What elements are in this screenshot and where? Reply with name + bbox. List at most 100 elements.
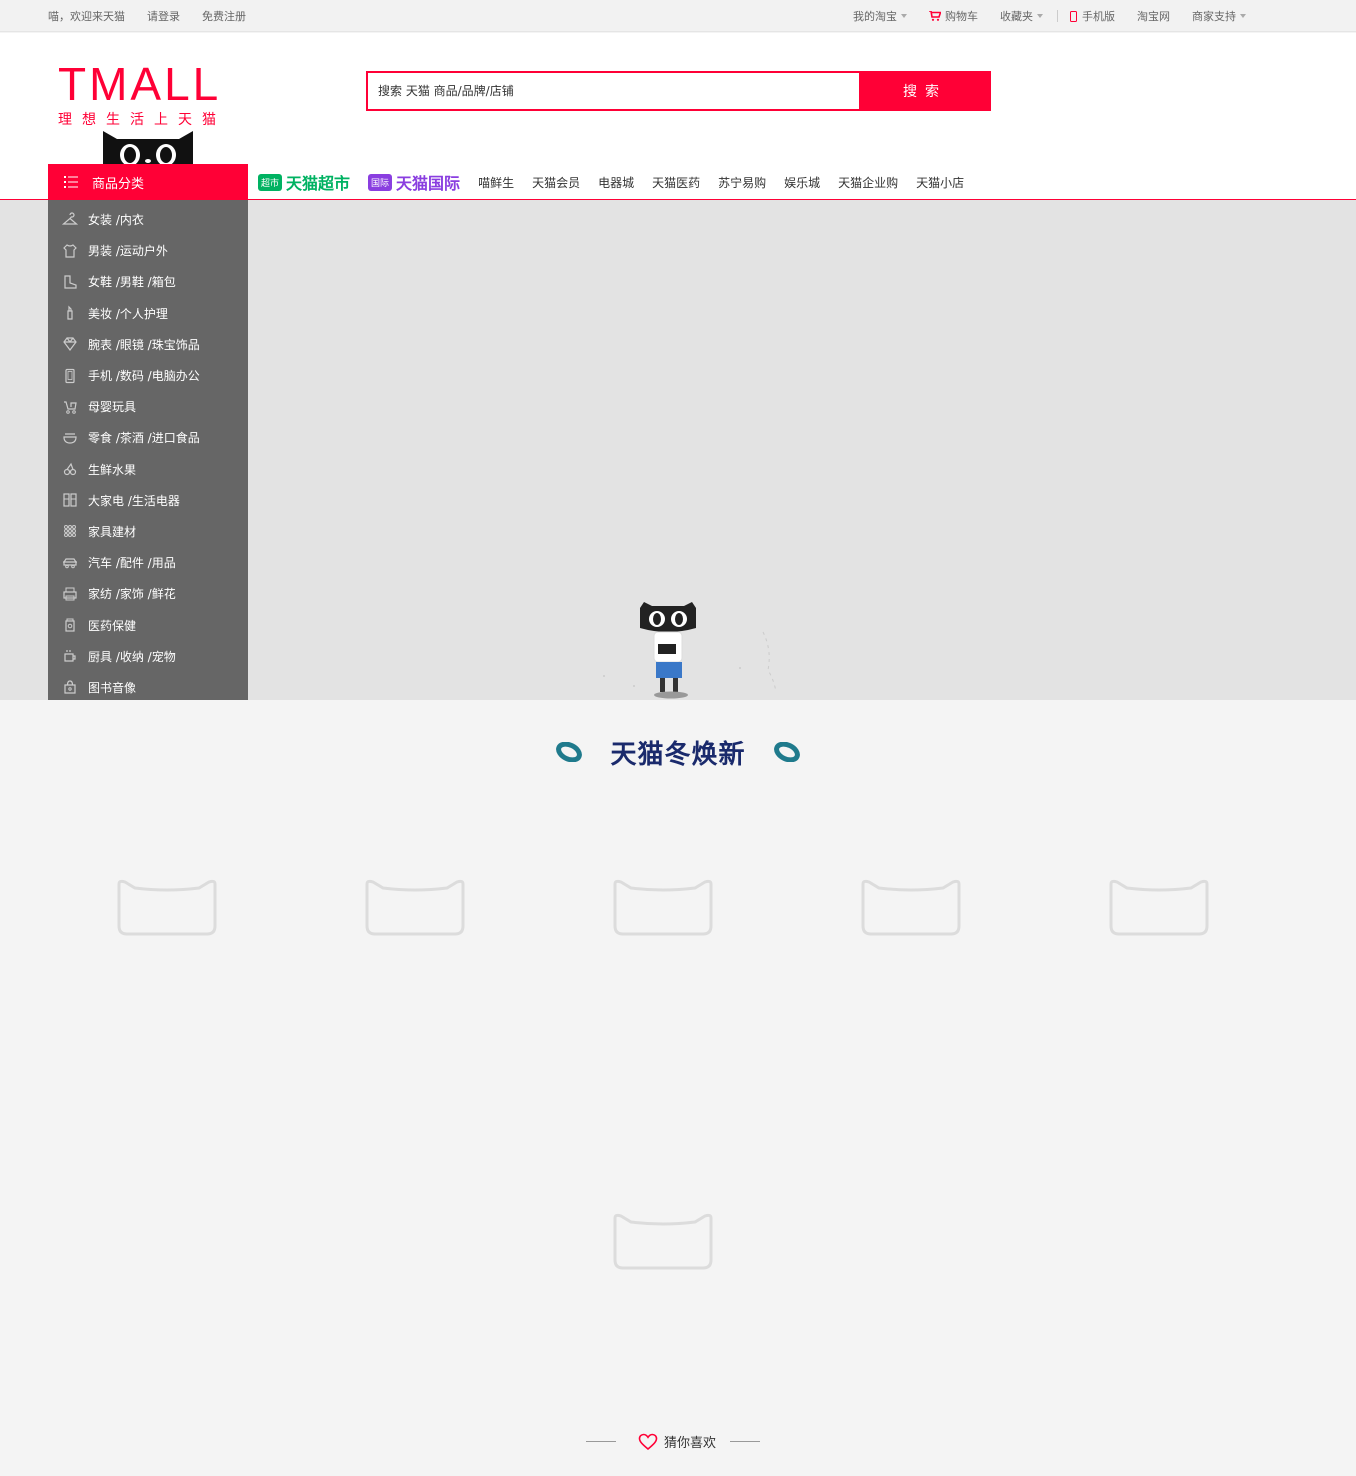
search-input[interactable] (366, 71, 859, 111)
nav-link[interactable]: 天猫会员 (532, 174, 580, 191)
favorites-menu[interactable]: 收藏夹 (1000, 8, 1043, 24)
sidebar-category-label: 男装 /运动户外 (88, 244, 168, 259)
nav-international[interactable]: 国际 天猫国际 (368, 170, 460, 194)
favorites-label: 收藏夹 (1000, 10, 1033, 23)
boot-icon (62, 274, 78, 290)
grid-icon (62, 523, 78, 539)
sidebar-category-item[interactable]: 女鞋 /男鞋 /箱包 (48, 266, 248, 297)
sidebar-category-label: 美妆 /个人护理 (88, 306, 168, 321)
nav-link[interactable]: 电器城 (598, 174, 634, 191)
tmall-placeholder-icon (613, 1212, 713, 1270)
lipstick-icon (62, 305, 78, 321)
loading-cat-icon (603, 602, 777, 699)
tmall-placeholder-icon (613, 878, 713, 936)
sidebar-category-item[interactable]: 医药保健 (48, 609, 248, 640)
sidebar-category-item[interactable]: 生鲜水果 (48, 454, 248, 485)
search-button[interactable]: 搜索 (859, 71, 991, 111)
nav-link[interactable]: 苏宁易购 (718, 174, 766, 191)
divider (1057, 10, 1058, 22)
tmall-placeholder-icon (117, 878, 217, 936)
sidebar-category-item[interactable]: 零食 /茶酒 /进口食品 (48, 422, 248, 453)
logo-slogan: 理想生活上天猫 (58, 112, 226, 128)
cart-label: 购物车 (945, 10, 978, 23)
top-bar-left: 喵，欢迎来天猫 请登录 免费注册 (48, 8, 246, 24)
international-tag: 国际 (368, 173, 393, 191)
guess-you-like-label: 猜你喜欢 (664, 1436, 717, 1451)
sidebar-category-label: 手机 /数码 /电脑办公 (88, 369, 200, 384)
sidebar-category-item[interactable]: 图书音像 (48, 672, 248, 703)
nav-link[interactable]: 天猫小店 (916, 174, 964, 191)
tmall-placeholder-icon (365, 878, 465, 936)
taobao-label: 淘宝网 (1137, 10, 1170, 23)
bowl-icon (62, 430, 78, 446)
sidebar-category-item[interactable]: 汽车 /配件 /用品 (48, 547, 248, 578)
logo-text: TMALL (58, 58, 222, 110)
register-link[interactable]: 免费注册 (202, 8, 246, 24)
sidebar-category-item[interactable]: 美妆 /个人护理 (48, 298, 248, 329)
phone-icon (62, 368, 78, 384)
ring-decoration-icon (773, 742, 800, 762)
tmall-placeholder-icon (1109, 878, 1209, 936)
guess-you-like-header: 猜你喜欢 (586, 1432, 774, 1451)
sidebar-category-item[interactable]: 大家电 /生活电器 (48, 485, 248, 516)
tmall-logo[interactable]: TMALL 理想生活上天猫 (58, 61, 238, 129)
chevron-down-icon (1037, 14, 1043, 18)
tshirt-icon (62, 243, 78, 259)
category-menu-button[interactable]: 商品分类 (48, 164, 248, 200)
mobile-link[interactable]: 手机版 (1070, 8, 1115, 24)
welcome-link[interactable]: 喵，欢迎来天猫 (48, 8, 125, 24)
fridge-icon (62, 492, 78, 508)
sidebar-category-item[interactable]: 家纺 /家饰 /鲜花 (48, 578, 248, 609)
chevron-down-icon (901, 14, 907, 18)
sidebar-category-label: 汽车 /配件 /用品 (88, 556, 176, 571)
sidebar-category-label: 零食 /茶酒 /进口食品 (88, 431, 200, 446)
sidebar-category-label: 女鞋 /男鞋 /箱包 (88, 275, 176, 290)
supermarket-tag: 超市 (258, 173, 283, 191)
tmall-cat-icon (103, 131, 193, 164)
bag-icon (62, 679, 78, 695)
sidebar-category-item[interactable]: 母婴玩具 (48, 391, 248, 422)
sidebar-category-item[interactable]: 厨具 /收纳 /宠物 (48, 641, 248, 672)
login-link[interactable]: 请登录 (147, 8, 180, 24)
sidebar-category-label: 腕表 /眼镜 /珠宝饰品 (88, 337, 200, 352)
cup-icon (62, 648, 78, 664)
merchant-menu[interactable]: 商家支持 (1192, 8, 1246, 24)
divider-line (730, 1441, 761, 1442)
my-taobao-menu[interactable]: 我的淘宝 (853, 8, 907, 24)
section-header: 天猫冬焕新 (0, 732, 1356, 772)
cart-icon (929, 11, 941, 21)
stroller-icon (62, 399, 78, 415)
sidebar-category-item[interactable]: 家具建材 (48, 516, 248, 547)
supermarket-label: 天猫超市 (286, 174, 351, 193)
sidebar-category-item[interactable]: 腕表 /眼镜 /珠宝饰品 (48, 329, 248, 360)
nav-supermarket[interactable]: 超市 天猫超市 (258, 170, 350, 194)
taobao-link[interactable]: 淘宝网 (1137, 8, 1170, 24)
cart-link[interactable]: 购物车 (929, 8, 978, 24)
nav-link[interactable]: 娱乐城 (784, 174, 820, 191)
sidebar-category-item[interactable]: 女装 /内衣 (48, 204, 248, 235)
tmall-placeholder-icon (861, 878, 961, 936)
category-sidebar: 女装 /内衣男装 /运动户外 女鞋 /男鞋 /箱包 美妆 /个人护理腕表 /眼镜 /… (48, 200, 248, 700)
my-taobao-label: 我的淘宝 (853, 10, 897, 23)
search-bar: 搜索 (366, 71, 991, 111)
nav-links: 超市 天猫超市 国际 天猫国际 喵鲜生 天猫会员 电器城 天猫医药 苏宁易购 娱… (258, 168, 982, 196)
medicine-icon (62, 617, 78, 633)
heart-icon (638, 1433, 658, 1450)
top-bar-right: 我的淘宝 购物车 收藏夹 手机版 淘宝网 商家支持 (853, 8, 1268, 24)
sidebar-category-label: 图书音像 (88, 680, 137, 695)
cherry-icon (62, 461, 78, 477)
nav-link[interactable]: 天猫企业购 (838, 174, 898, 191)
sidebar-category-item[interactable]: 男装 /运动户外 (48, 235, 248, 266)
mobile-label: 手机版 (1082, 10, 1115, 23)
section-title: 天猫冬焕新 (610, 739, 746, 770)
international-label: 天猫国际 (396, 174, 461, 193)
car-icon (62, 555, 78, 571)
chevron-down-icon (1240, 14, 1246, 18)
sidebar-category-label: 医药保健 (88, 618, 137, 633)
sidebar-category-item[interactable]: 手机 /数码 /电脑办公 (48, 360, 248, 391)
hanger-icon (61, 212, 79, 228)
sidebar-category-label: 生鲜水果 (88, 462, 137, 477)
nav-link[interactable]: 喵鲜生 (478, 174, 514, 191)
nav-link[interactable]: 天猫医药 (652, 174, 700, 191)
mobile-phone-icon (1070, 10, 1077, 22)
